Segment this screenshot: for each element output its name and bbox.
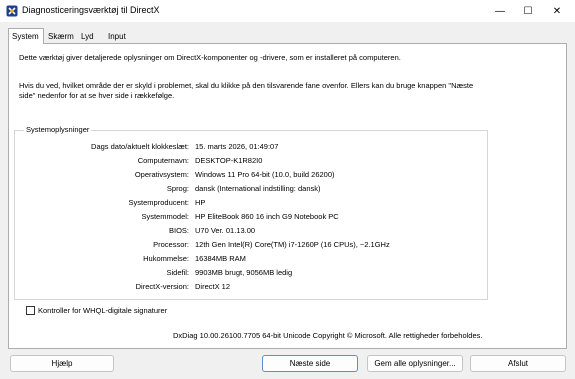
tab-sound[interactable]: Lyd: [78, 30, 97, 43]
maximize-button[interactable]: ☐: [517, 2, 539, 20]
intro-text-1: Dette værktøj giver detaljerede oplysnin…: [19, 53, 401, 62]
maximize-icon: ☐: [523, 5, 533, 17]
memory-label: Hukommelse:: [143, 254, 189, 263]
exit-button[interactable]: Afslut: [470, 355, 566, 372]
os-value: Windows 11 Pro 64-bit (10.0, build 26200…: [195, 170, 335, 179]
os-label: Operativsystem:: [134, 170, 189, 179]
bios-value: U70 Ver. 01.13.00: [195, 226, 256, 235]
next-page-button[interactable]: Næste side: [262, 355, 358, 372]
language-label: Sprog:: [166, 184, 189, 193]
whql-checkbox-label[interactable]: Kontroller for WHQL-digitale signaturer: [38, 306, 167, 315]
model-label: Systemmodel:: [141, 212, 189, 221]
help-button[interactable]: Hjælp: [10, 355, 114, 372]
processor-value: 12th Gen Intel(R) Core(TM) i7-1260P (16 …: [195, 240, 390, 249]
language-value: dansk (International indstilling: dansk): [195, 184, 321, 193]
manufacturer-label: Systemproducent:: [128, 198, 189, 207]
minimize-icon: —: [495, 5, 505, 17]
intro-text-2: Hvis du ved, hvilket område der er skyld…: [19, 81, 474, 100]
tab-screen[interactable]: Skærm: [45, 30, 77, 43]
save-all-info-button[interactable]: Gem alle oplysninger...: [367, 355, 463, 372]
bios-label: BIOS:: [168, 226, 189, 235]
manufacturer-value: HP: [195, 198, 206, 207]
computer-name-value: DESKTOP-K1R82I0: [195, 156, 263, 165]
model-value: HP EliteBook 860 16 inch G9 Notebook PC: [195, 212, 339, 221]
date-time-label: Dags dato/aktuelt klokkeslæt:: [91, 142, 189, 151]
close-button[interactable]: ✕: [546, 2, 568, 20]
minimize-button[interactable]: —: [489, 2, 511, 20]
computer-name-label: Computernavn:: [137, 156, 189, 165]
close-icon: ✕: [552, 5, 562, 17]
whql-checkbox[interactable]: [26, 306, 35, 315]
copyright-text: DxDiag 10.00.26100.7705 64-bit Unicode C…: [173, 331, 483, 340]
directx-app-icon: [6, 5, 18, 17]
tab-system[interactable]: System: [8, 28, 44, 44]
directx-version-value: DirectX 12: [195, 282, 231, 291]
system-info-group-title: Systemoplysninger: [24, 125, 92, 134]
page-file-label: Sidefil:: [166, 268, 189, 277]
page-file-value: 9903MB brugt, 9056MB ledig: [195, 268, 293, 277]
directx-version-label: DirectX-version:: [135, 282, 189, 291]
tab-input[interactable]: Input: [105, 30, 129, 43]
memory-value: 16384MB RAM: [195, 254, 246, 263]
date-time-value: 15. marts 2026, 01:49:07: [195, 142, 279, 151]
processor-label: Processor:: [153, 240, 189, 249]
window-title: Diagnosticeringsværktøj til DirectX: [22, 5, 160, 15]
title-bar: Diagnosticeringsværktøj til DirectX — ☐ …: [0, 0, 575, 22]
